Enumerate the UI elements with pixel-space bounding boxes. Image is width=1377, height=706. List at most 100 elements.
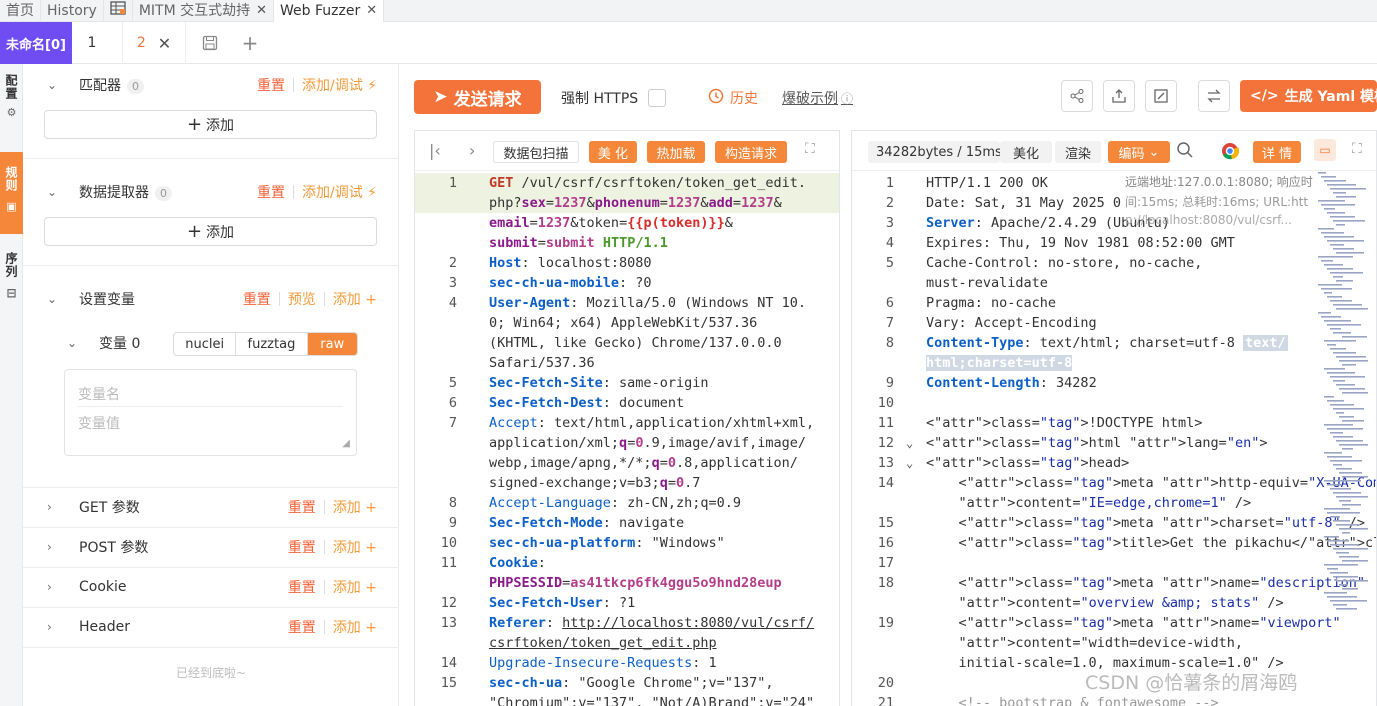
var-name-input[interactable]: 变量名 (78, 384, 120, 404)
code-minimap[interactable] (1318, 172, 1368, 612)
side-tab-config[interactable]: 配置 ⚙ (0, 74, 23, 138)
mode-raw[interactable]: raw (307, 333, 357, 355)
vars-section-header[interactable]: ⌄ 设置变量 重置 预览 添加 + (23, 288, 399, 310)
tab-history[interactable]: History (41, 0, 104, 22)
code-line: 6 Pragma: no-cache (852, 293, 1376, 313)
next-icon[interactable]: › (469, 141, 475, 160)
code-line: 10 sec-ch-ua-platform: "Windows" (415, 533, 839, 553)
extractor-add-button[interactable]: + 添加 (44, 217, 377, 246)
matcher-reset-button[interactable]: 重置 (257, 75, 285, 95)
hot-load-button[interactable]: 热加载 (647, 141, 705, 163)
tab-web-fuzzer[interactable]: Web Fuzzer ✕ (274, 0, 385, 22)
post-params-section[interactable]: › POST 参数 重置 添加 + (23, 536, 399, 558)
side-tab-rules[interactable]: 规则 ▣ (0, 152, 23, 234)
cookie-reset-button[interactable]: 重置 (288, 577, 316, 597)
end-of-list-note: 已经到底啦~ (175, 666, 247, 680)
fold-chevron-icon[interactable]: ⌄ (906, 433, 913, 453)
brute-example-link[interactable]: 爆破示例 ⓘ (782, 88, 853, 108)
construct-request-button[interactable]: 构造请求 (715, 141, 787, 163)
line-number: 2 (885, 195, 894, 211)
matcher-add-debug-button[interactable]: 添加/调试 ⚡ (302, 75, 377, 95)
chevron-right-icon[interactable]: › (47, 620, 52, 634)
extractor-add-debug-button[interactable]: 添加/调试 ⚡ (302, 182, 377, 202)
edit-icon[interactable] (1145, 80, 1177, 112)
send-request-button[interactable]: ➤ 发送请求 (414, 80, 541, 114)
chrome-icon[interactable] (1221, 142, 1240, 164)
post-reset-button[interactable]: 重置 (288, 537, 316, 557)
fold-chevron-icon[interactable]: ⌄ (906, 453, 913, 473)
code-line: 18 <"attr">class="tag">meta "attr">name=… (852, 573, 1376, 593)
code-line: 9 Content-Length: 34282 (852, 373, 1376, 393)
minimap-line (1324, 508, 1350, 510)
get-add-button[interactable]: 添加 + (333, 497, 377, 517)
vars-preview-button[interactable]: 预览 (288, 289, 316, 309)
matcher-add-button[interactable]: + 添加 (44, 110, 377, 139)
get-params-section[interactable]: › GET 参数 重置 添加 + (23, 496, 399, 518)
req-beautify-button[interactable]: 美 化 (589, 141, 637, 163)
minimap-line (1336, 196, 1356, 198)
generate-yaml-button[interactable]: </> 生成 Yaml 模板 (1240, 80, 1377, 112)
minimap-line (1333, 548, 1368, 550)
chevron-down-icon[interactable]: ⌄ (47, 78, 57, 92)
post-add-button[interactable]: 添加 + (333, 537, 377, 557)
comment-icon[interactable]: ▭ (1314, 139, 1336, 161)
share-icon[interactable] (1061, 80, 1093, 112)
resp-beautify-button[interactable]: 美化 (1000, 141, 1052, 163)
chevron-down-icon[interactable]: ⌄ (47, 185, 57, 199)
matcher-section-header[interactable]: ⌄ 匹配器 0 重置 添加/调试 ⚡ (23, 74, 399, 96)
chevron-right-icon[interactable]: › (47, 580, 52, 594)
minimap-line (1342, 476, 1368, 478)
chevron-down-icon[interactable]: ⌄ (47, 292, 57, 306)
history-button[interactable]: 历史 (708, 88, 758, 108)
get-reset-button[interactable]: 重置 (288, 497, 316, 517)
detail-button[interactable]: 详 情 (1253, 141, 1301, 163)
header-add-button[interactable]: 添加 + (333, 617, 377, 637)
encoding-dropdown[interactable]: 编码 ⌄ (1108, 141, 1170, 163)
extractor-reset-button[interactable]: 重置 (257, 182, 285, 202)
sub-tab-2[interactable]: 2 ✕ (122, 22, 186, 64)
add-tab-icon[interactable]: + (238, 22, 262, 64)
resize-handle-icon[interactable]: ◢ (342, 438, 350, 449)
sub-tab-1[interactable]: 1 (80, 22, 104, 64)
chevron-right-icon[interactable]: › (47, 500, 52, 514)
chevron-right-icon[interactable]: › (47, 540, 52, 554)
side-tab-sequence[interactable]: 序列 ⊟ (0, 246, 23, 308)
export-icon[interactable] (1103, 80, 1135, 112)
code-line: "Chromium";v="137", "Not/A)Brand";v="24" (415, 693, 839, 706)
render-button[interactable]: 渲染 (1055, 141, 1101, 163)
vars-reset-button[interactable]: 重置 (243, 289, 271, 309)
cookie-add-button[interactable]: 添加 + (333, 577, 377, 597)
close-icon[interactable]: ✕ (256, 1, 267, 21)
help-icon: ⓘ (841, 91, 854, 106)
mode-nuclei[interactable]: nuclei (174, 333, 237, 355)
packet-scan-button[interactable]: 数据包扫描 (493, 141, 579, 163)
fullscreen-icon[interactable]: ⛶ (1352, 141, 1362, 157)
save-icon[interactable] (198, 22, 222, 64)
matcher-title-text: 匹配器 (79, 78, 121, 94)
group-tab-unnamed[interactable]: 未命名[0] (0, 22, 72, 64)
search-icon[interactable] (1176, 141, 1194, 163)
minimap-line (1324, 424, 1353, 426)
tab-mitm[interactable]: MITM 交互式劫持 ✕ (133, 0, 275, 22)
swap-icon[interactable] (1198, 80, 1230, 112)
chevron-down-icon[interactable]: ⌄ (67, 336, 77, 350)
header-section[interactable]: › Header 重置 添加 + (23, 616, 399, 638)
extractor-section-header[interactable]: ⌄ 数据提取器 0 重置 添加/调试 ⚡ (23, 181, 399, 203)
cookie-section[interactable]: › Cookie 重置 添加 + (23, 576, 399, 598)
first-page-icon[interactable]: |‹ (429, 141, 441, 160)
close-icon[interactable]: ✕ (158, 34, 171, 53)
line-number: 21 (877, 695, 894, 706)
mode-fuzztag[interactable]: fuzztag (236, 333, 308, 355)
vars-add-button[interactable]: 添加 + (333, 289, 377, 309)
force-https-checkbox[interactable] (648, 89, 667, 107)
fullscreen-icon[interactable]: ⛶ (805, 141, 815, 157)
minimap-line (1336, 496, 1368, 498)
header-reset-button[interactable]: 重置 (288, 617, 316, 637)
tab-table-icon[interactable] (104, 0, 133, 22)
minimap-line (1336, 524, 1360, 526)
force-https-toggle[interactable]: 强制 HTTPS (561, 88, 667, 108)
close-icon[interactable]: ✕ (366, 1, 377, 21)
tab-home[interactable]: 首页 (0, 0, 41, 22)
code-line: 9 Sec-Fetch-Mode: navigate (415, 513, 839, 533)
var-value-input[interactable]: 变量值 (78, 413, 120, 433)
